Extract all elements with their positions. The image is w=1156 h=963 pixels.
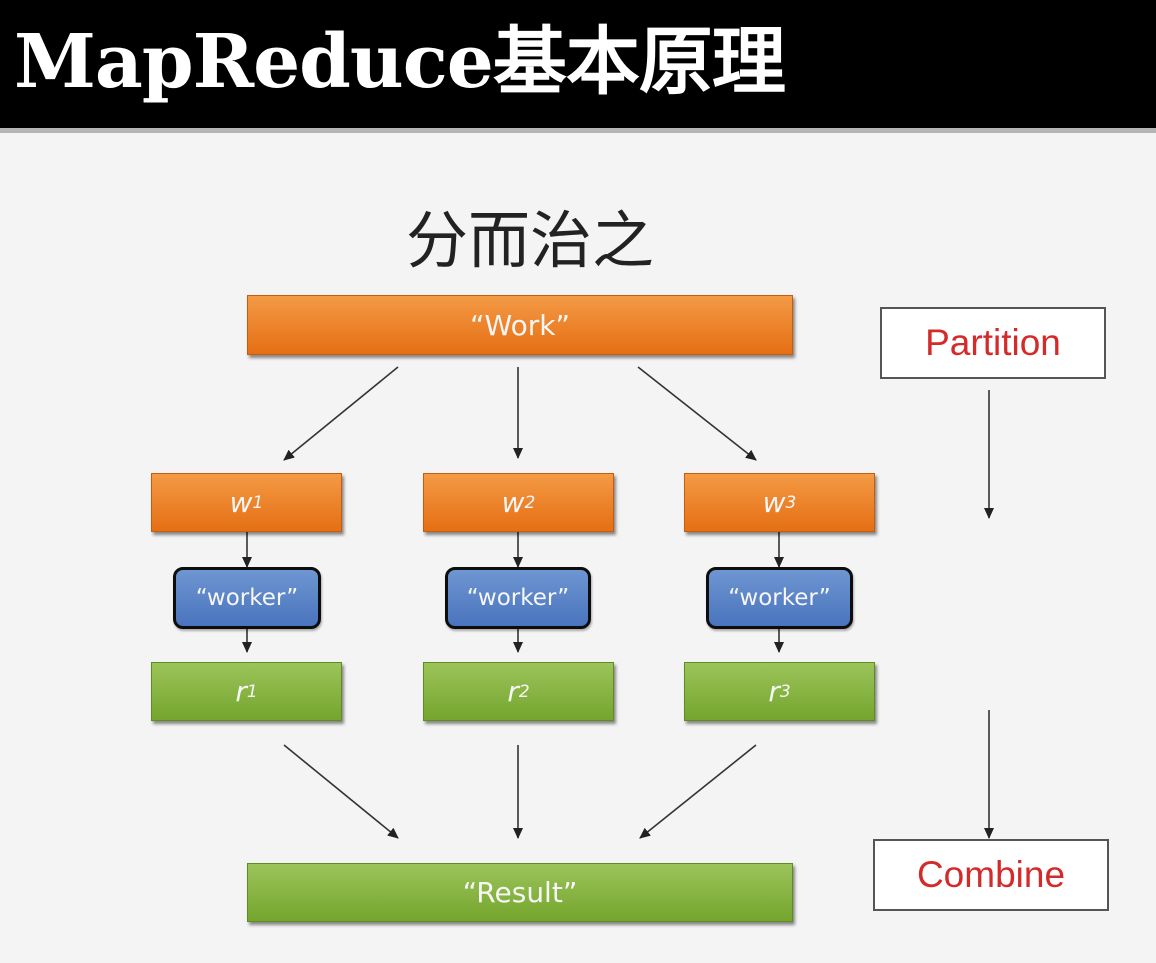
partition-label: Partition (880, 307, 1106, 379)
result-r2-base: r (507, 675, 519, 708)
worker-node-1: “worker” (173, 567, 321, 629)
work-box: “Work” (247, 295, 793, 355)
work-unit-w3-base: w (762, 486, 786, 519)
work-unit-w3: w3 (684, 473, 875, 532)
arrow-work-to-w3 (637, 366, 757, 461)
result-r1: r1 (151, 662, 342, 721)
arrow-r1-to-result (283, 744, 399, 839)
work-unit-w1-base: w (229, 486, 253, 519)
work-unit-w3-sub: 3 (785, 492, 797, 513)
worker-node-3: “worker” (706, 567, 853, 629)
work-unit-w2: w2 (423, 473, 614, 532)
work-unit-w2-sub: 2 (524, 492, 536, 513)
result-r2-sub: 2 (518, 681, 530, 702)
result-box: “Result” (247, 863, 793, 922)
result-r3: r3 (684, 662, 875, 721)
arrow-work-to-w1 (283, 366, 399, 461)
work-unit-w1: w1 (151, 473, 342, 532)
result-r3-sub: 3 (779, 681, 791, 702)
result-r1-sub: 1 (246, 681, 258, 702)
arrow-r3-to-result (639, 744, 757, 839)
result-r1-base: r (235, 675, 247, 708)
work-unit-w2-base: w (501, 486, 525, 519)
result-r2: r2 (423, 662, 614, 721)
combine-label: Combine (873, 839, 1109, 911)
worker-node-2: “worker” (445, 567, 591, 629)
result-r3-base: r (768, 675, 780, 708)
work-unit-w1-sub: 1 (252, 492, 264, 513)
